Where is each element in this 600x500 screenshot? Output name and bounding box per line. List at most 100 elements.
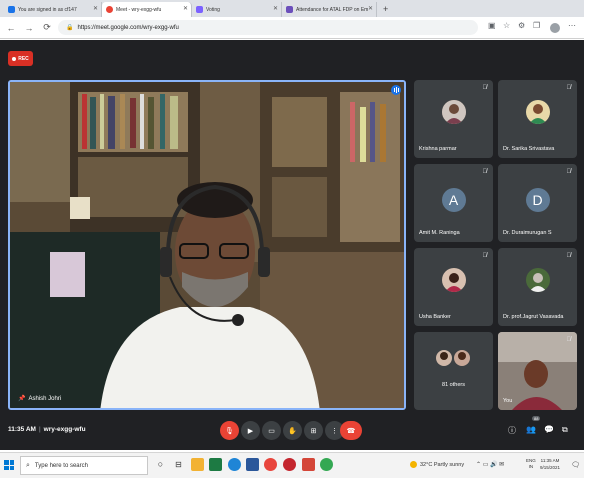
- tab-label: Attendance for ATAL FDP on Em: [296, 6, 369, 13]
- participant-tile[interactable]: 🎙̸ Krishna parmar: [414, 80, 493, 158]
- activities-icon[interactable]: ⧉: [562, 425, 568, 435]
- forward-icon[interactable]: →: [22, 23, 36, 33]
- more-menu-icon[interactable]: ⋯: [568, 21, 576, 30]
- collections-icon[interactable]: ❐: [533, 21, 540, 30]
- tab-attendance[interactable]: Attendance for ATAL FDP on Em ✕: [282, 2, 377, 17]
- close-icon[interactable]: ✕: [273, 5, 278, 12]
- participant-photo: [441, 268, 466, 292]
- forms-favicon-icon: [286, 6, 293, 13]
- self-tile[interactable]: 🎙̸ You: [498, 332, 577, 410]
- info-icon[interactable]: ⓘ: [508, 425, 516, 436]
- rec-label: REC: [18, 55, 29, 62]
- camera-permission-icon[interactable]: ▣: [488, 21, 496, 30]
- participant-tile[interactable]: 🎙̸ D Dr. Duraimurugan S: [498, 164, 577, 242]
- participant-tile[interactable]: 🎙̸ Usha Banker: [414, 248, 493, 326]
- mic-off-icon: 🎙̸: [566, 85, 572, 91]
- participant-photo: [525, 100, 550, 124]
- edge-icon[interactable]: [228, 458, 241, 471]
- taskbar-clock[interactable]: 11:35 AM 9/15/2021: [540, 457, 560, 471]
- others-label: 81 others: [442, 382, 465, 388]
- participant-name: Dr. Sarika Srivastava: [503, 146, 555, 152]
- url-text: https://meet.google.com/wry-exgg-wfu: [77, 24, 179, 31]
- notifications-icon[interactable]: 🗨: [571, 461, 580, 469]
- file-explorer-icon[interactable]: [191, 458, 204, 471]
- close-icon[interactable]: ✕: [93, 5, 98, 12]
- mic-off-icon: 🎙̸: [566, 253, 572, 259]
- tab-voting[interactable]: Voting ✕: [192, 2, 282, 17]
- new-tab-button[interactable]: +: [377, 2, 394, 17]
- speaking-indicator-icon: [391, 85, 401, 95]
- meet-app: REC 📌 Ashish Johri 🎙̸ Krishna parmar 🎙̸ …: [0, 40, 584, 450]
- browser-tab-strip: You are signed in as cf147 ✕ Meet - wry-…: [0, 0, 584, 17]
- present-button[interactable]: ⊞: [304, 421, 323, 440]
- participant-name: Dr. Duraimurugan S: [503, 230, 552, 236]
- participant-name: Amit M. Raninga: [419, 230, 460, 236]
- taskbar-search-box[interactable]: ⌕ Type here to search: [20, 456, 148, 475]
- windows-start-icon[interactable]: [4, 460, 14, 470]
- chrome-icon[interactable]: [264, 458, 277, 471]
- participant-photo: [525, 268, 550, 292]
- participant-avatar: A: [441, 188, 466, 212]
- participant-tile[interactable]: 🎙̸ Dr. prof.Jagrut Vasavada: [498, 248, 577, 326]
- mic-off-icon: 🎙̸: [482, 169, 488, 175]
- lock-icon: 🔒: [66, 25, 74, 31]
- tab-signed-in[interactable]: You are signed in as cf147 ✕: [4, 2, 102, 17]
- acrobat-icon[interactable]: [302, 458, 315, 471]
- close-icon[interactable]: ✕: [183, 5, 188, 12]
- tab-label: You are signed in as cf147: [18, 6, 77, 13]
- speaker-video-image: [10, 82, 404, 408]
- close-icon[interactable]: ✕: [368, 5, 373, 12]
- meeting-info: 11:35 AM | wry-exgg-wfu: [8, 426, 86, 433]
- mic-off-icon: 🎙̸: [566, 337, 572, 343]
- mic-toggle-button[interactable]: 🎙: [220, 421, 239, 440]
- others-tile[interactable]: 81 others: [414, 332, 493, 410]
- system-tray-icons[interactable]: ⌃ ▭ 🔊 ✉: [476, 461, 504, 468]
- participant-tile[interactable]: 🎙̸ Dr. Sarika Srivastava: [498, 80, 577, 158]
- participant-photo: [441, 100, 466, 124]
- task-view-icon[interactable]: ⊟: [172, 458, 185, 471]
- meeting-time: 11:35 AM: [8, 426, 36, 433]
- participant-tile[interactable]: 🎙̸ A Amit M. Raninga: [414, 164, 493, 242]
- others-avatar: [454, 350, 470, 366]
- participant-avatar: D: [525, 188, 550, 212]
- browser-toolbar: ← → ⟳ 🔒 https://meet.google.com/wry-exgg…: [0, 17, 584, 39]
- meeting-code: wry-exgg-wfu: [43, 426, 86, 433]
- back-icon[interactable]: ←: [4, 23, 18, 33]
- word-icon[interactable]: [246, 458, 259, 471]
- tab-meet[interactable]: Meet - wry-exgg-wfu ✕: [102, 2, 192, 17]
- weather-text: 32°C Partly sunny: [420, 461, 465, 468]
- opera-icon[interactable]: [283, 458, 296, 471]
- address-bar[interactable]: 🔒 https://meet.google.com/wry-exgg-wfu: [58, 20, 478, 35]
- main-video-tile[interactable]: 📌 Ashish Johri: [8, 80, 406, 410]
- mic-off-icon: 🎙: [225, 427, 234, 435]
- chrome-alt-icon[interactable]: [320, 458, 333, 471]
- reload-icon[interactable]: ⟳: [40, 22, 54, 33]
- language-indicator[interactable]: ENG IN: [526, 458, 536, 470]
- captions-button[interactable]: ▭: [262, 421, 281, 440]
- camera-toggle-button[interactable]: ▶: [241, 421, 260, 440]
- weather-widget[interactable]: 32°C Partly sunny: [410, 461, 464, 468]
- screen: You are signed in as cf147 ✕ Meet - wry-…: [0, 0, 600, 500]
- hang-up-icon: ☎: [346, 427, 356, 435]
- search-placeholder: Type here to search: [34, 462, 88, 469]
- chat-icon[interactable]: 💬: [544, 425, 554, 434]
- site-favicon-icon: [8, 6, 15, 13]
- captions-icon: ▭: [268, 427, 275, 435]
- participant-name: Krishna parmar: [419, 146, 457, 152]
- profile-avatar[interactable]: [550, 23, 560, 33]
- leave-call-button[interactable]: ☎: [340, 421, 362, 440]
- search-icon: ⌕: [26, 461, 30, 469]
- pin-icon[interactable]: 📌: [18, 395, 25, 402]
- clock-date: 9/15/2021: [540, 465, 561, 470]
- record-dot-icon: [12, 56, 17, 61]
- windows-taskbar: ⌕ Type here to search ○ ⊟ 32°C Partly su…: [0, 452, 584, 478]
- extensions-icon[interactable]: ⚙: [518, 21, 525, 30]
- cortana-icon[interactable]: ○: [154, 458, 167, 471]
- tab-label: Voting: [206, 6, 220, 13]
- others-avatar: [436, 350, 452, 366]
- excel-icon[interactable]: [209, 458, 222, 471]
- raise-hand-button[interactable]: ✋: [283, 421, 302, 440]
- star-icon[interactable]: ☆: [503, 21, 510, 30]
- present-icon: ⊞: [310, 427, 317, 435]
- people-icon[interactable]: 👥: [526, 425, 536, 434]
